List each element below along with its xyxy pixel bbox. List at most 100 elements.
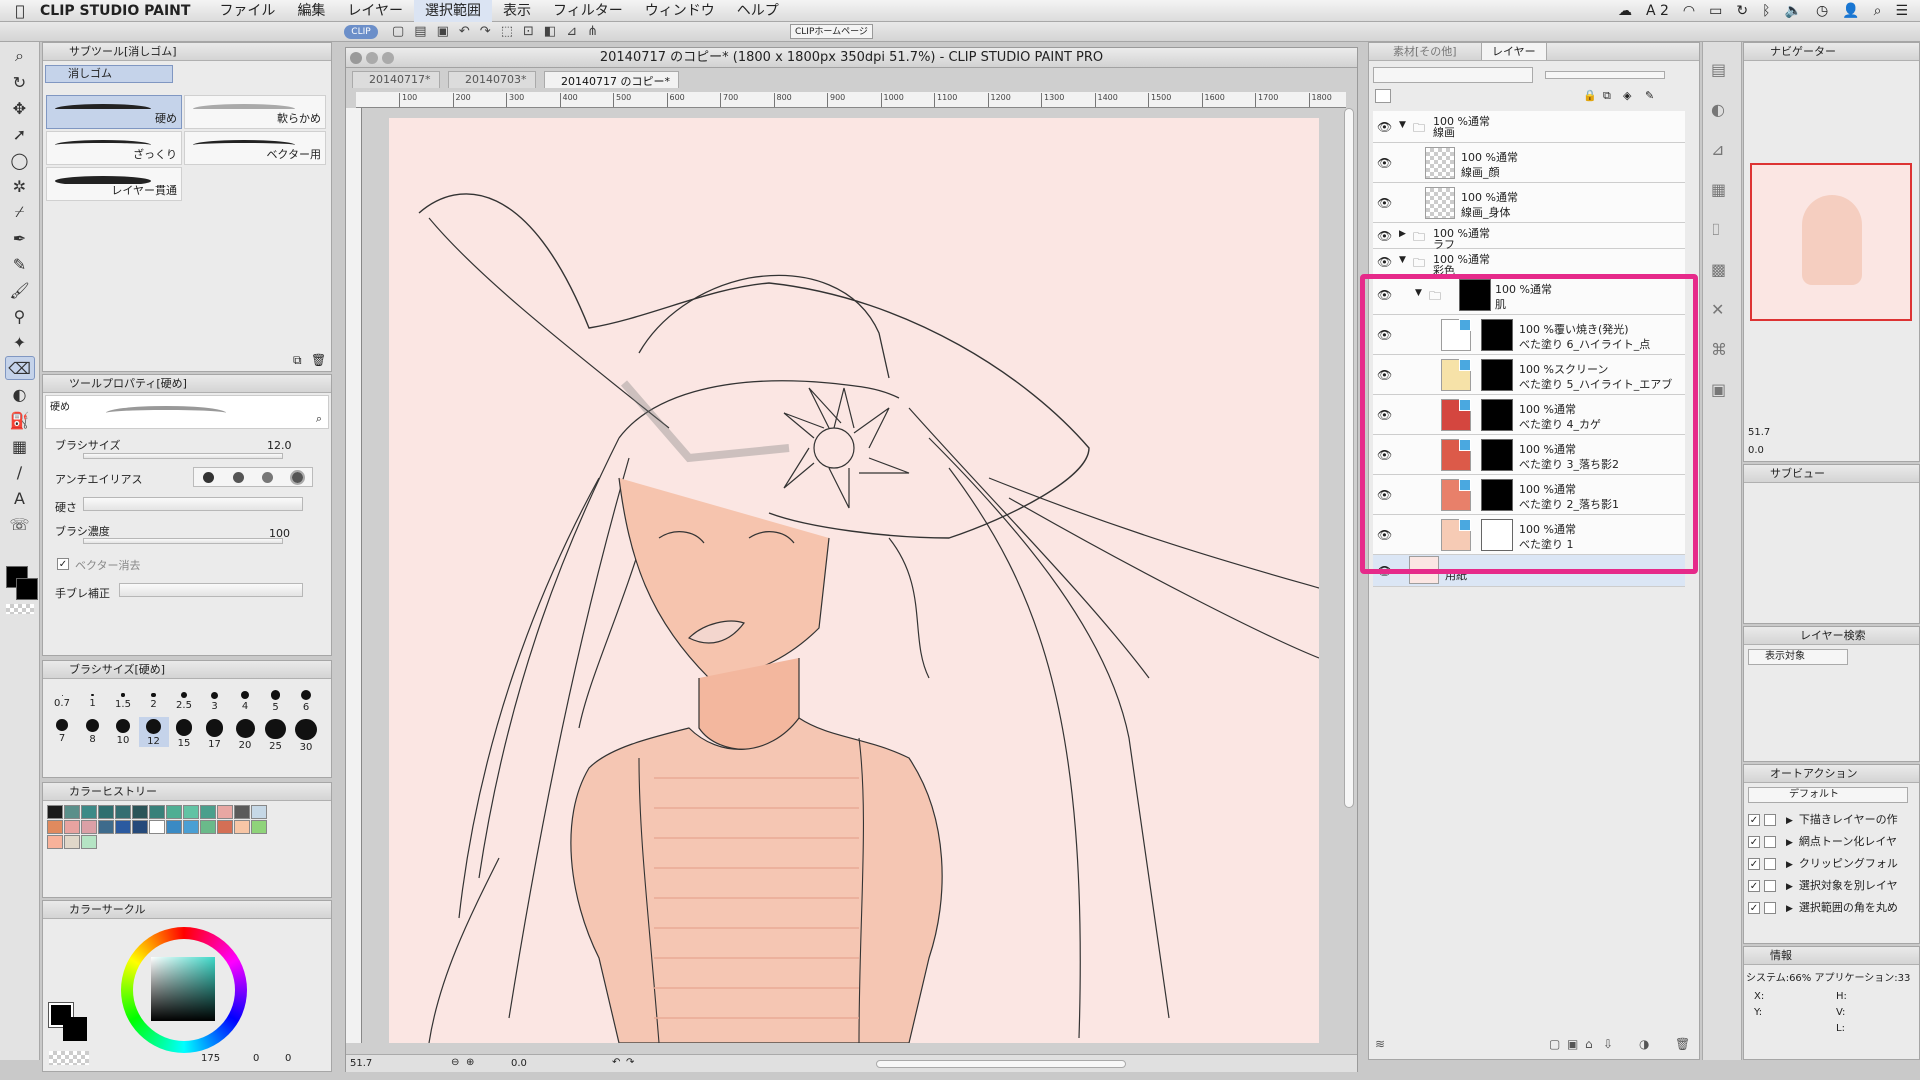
snap-icon[interactable]: ⋔	[587, 24, 608, 39]
layer-search-filter[interactable]: 表示対象	[1748, 649, 1848, 665]
brush-size-option[interactable]: 6	[291, 683, 321, 713]
expand-right-icon[interactable]: ▶	[1786, 904, 1793, 914]
menu-layer[interactable]: レイヤー	[336, 0, 414, 22]
pen-tool-icon[interactable]: ✒	[5, 226, 35, 250]
menu-edit[interactable]: 編集	[286, 0, 336, 22]
expand-down-icon[interactable]: ▼	[1399, 120, 1406, 130]
color-history-swatch[interactable]	[200, 820, 216, 834]
saturation-value-box[interactable]	[151, 957, 215, 1021]
window-max-icon[interactable]	[382, 52, 394, 64]
warp-icon[interactable]: ⌘	[1711, 330, 1727, 370]
bluetooth-icon[interactable]: ᛒ	[1762, 3, 1770, 19]
figure-tool-icon[interactable]: ∕	[5, 460, 35, 484]
color-history-swatch[interactable]	[64, 805, 80, 819]
color-history-swatch[interactable]	[115, 820, 131, 834]
eye-icon[interactable]: 👁	[1377, 255, 1393, 269]
reference-icon[interactable]: ◈	[1623, 89, 1631, 102]
delete-subtool-icon[interactable]: 🗑	[311, 353, 326, 367]
brush-size-option[interactable]: 3	[200, 683, 230, 713]
layer-thumbnail[interactable]	[1425, 187, 1455, 219]
expand-right-icon[interactable]: ▶	[1786, 882, 1793, 892]
canvas-angle-value[interactable]: 0.0	[511, 1058, 527, 1069]
zoom-tool-icon[interactable]: ⌕	[5, 44, 35, 68]
layer-row[interactable]: 👁 ▼ 🗀 100 %通常 彩色	[1373, 249, 1685, 277]
clip-logo-button[interactable]: CLIP	[344, 25, 378, 39]
transparent-chip[interactable]	[49, 1051, 89, 1065]
brush-size-option[interactable]: 0.7	[47, 683, 77, 713]
navigator-preview[interactable]	[1750, 163, 1912, 321]
blend-mode-select[interactable]	[1373, 67, 1533, 83]
brush-size-option[interactable]: 7	[47, 717, 77, 747]
brush-hard[interactable]: 硬め	[46, 95, 182, 129]
merge-down-icon[interactable]: ⇩	[1603, 1037, 1613, 1051]
color-history-swatch[interactable]	[47, 805, 63, 819]
draft-icon[interactable]: ✎	[1645, 89, 1654, 102]
brush-size-option[interactable]: 25	[261, 717, 291, 752]
timemachine-icon[interactable]: ↻	[1736, 3, 1748, 19]
color-history-swatch[interactable]	[234, 805, 250, 819]
delete-layer-icon[interactable]: 🗑	[1675, 1037, 1690, 1051]
brush-size-option[interactable]: 4	[230, 683, 260, 713]
tab-layer[interactable]: レイヤー	[1481, 43, 1547, 60]
clock-icon[interactable]: ◷	[1816, 3, 1828, 19]
auto-action-checkbox[interactable]: ✓	[1748, 836, 1760, 848]
brush-size-option[interactable]: 2	[139, 683, 169, 713]
auto-action-dialog-toggle[interactable]	[1764, 836, 1776, 848]
tab-document-1[interactable]: 20140717*	[352, 71, 440, 88]
layer-row[interactable]: 👁 100 %通常 線画_身体	[1373, 183, 1685, 223]
transform-icon[interactable]: ⊡	[523, 24, 544, 39]
navigator-zoom-value[interactable]: 51.7	[1748, 427, 1770, 438]
pencil-tool-icon[interactable]: ✎	[5, 252, 35, 276]
color-history-swatch[interactable]	[64, 820, 80, 834]
layer-property-icon[interactable]: ▤	[1711, 50, 1727, 90]
auto-action-checkbox[interactable]: ✓	[1748, 814, 1760, 826]
new-vector-layer-icon[interactable]: ▣	[1567, 1037, 1578, 1051]
menu-file[interactable]: ファイル	[208, 0, 286, 22]
color-history-swatch[interactable]	[81, 805, 97, 819]
eye-icon[interactable]: 👁	[1377, 120, 1393, 134]
auto-action-checkbox[interactable]: ✓	[1748, 858, 1760, 870]
window-min-icon[interactable]	[366, 52, 378, 64]
eye-icon[interactable]: 👁	[1377, 196, 1393, 210]
tone-icon[interactable]: ✕	[1711, 290, 1727, 330]
menu-window[interactable]: ウィンドウ	[634, 0, 726, 22]
eye-icon[interactable]: 👁	[1377, 229, 1393, 243]
volume-icon[interactable]: 🔈	[1785, 3, 1802, 19]
brush-size-option[interactable]: 30	[291, 717, 321, 753]
auto-action-dialog-toggle[interactable]	[1764, 858, 1776, 870]
vertical-ruler[interactable]	[346, 108, 362, 1043]
color-history-swatch[interactable]	[183, 805, 199, 819]
auto-action-dialog-toggle[interactable]	[1764, 814, 1776, 826]
brush-tool-icon[interactable]: 🖌	[5, 278, 35, 302]
expand-right-icon[interactable]: ▶	[1786, 838, 1793, 848]
transparent-color-swatch[interactable]	[6, 604, 34, 614]
brush-size-option[interactable]: 1.5	[108, 683, 138, 713]
redo-icon[interactable]: ↷	[480, 24, 501, 39]
lasso-tool-icon[interactable]: ◯	[5, 148, 35, 172]
zoom-in-icon[interactable]: ⊕	[466, 1057, 474, 1068]
color-history-swatch[interactable]	[149, 820, 165, 834]
create-mask-icon[interactable]: ◑	[1639, 1037, 1649, 1051]
auto-action-item[interactable]: ✓ ▶ 選択範囲の角を丸め	[1748, 899, 1916, 919]
brush-size-option[interactable]: 1	[78, 683, 108, 713]
rotate-left-icon[interactable]: ↶	[612, 1057, 620, 1068]
expand-right-icon[interactable]: ▶	[1399, 229, 1406, 239]
rotate-right-icon[interactable]: ↷	[626, 1057, 634, 1068]
fill-tool-icon[interactable]: ⛽	[5, 408, 35, 432]
color-history-swatch[interactable]	[132, 805, 148, 819]
color-history-swatch[interactable]	[98, 805, 114, 819]
brush-size-option[interactable]: 8	[78, 717, 108, 747]
horizontal-ruler[interactable]: 100 200 300 400 500 600 700 800 900 1000 1100 1200 1…	[356, 92, 1346, 108]
spotlight-icon[interactable]: ⌕	[1874, 3, 1882, 19]
brush-through-layer[interactable]: レイヤー貫通	[46, 167, 182, 201]
material-icon[interactable]: ▦	[1711, 170, 1727, 210]
eyedropper-icon[interactable]: ⌿	[5, 200, 35, 224]
rotate-tool-icon[interactable]: ↻	[5, 70, 35, 94]
cloud-icon[interactable]: ☁	[1618, 3, 1632, 19]
sub-color-swatch[interactable]	[16, 578, 38, 600]
horizontal-scrollbar[interactable]	[876, 1060, 1126, 1068]
layer-mask-icon[interactable]: ◐	[1711, 90, 1727, 130]
new-raster-layer-icon[interactable]: ▢	[1549, 1037, 1560, 1051]
blend-tool-icon[interactable]: ◐	[5, 382, 35, 406]
menu-filter[interactable]: フィルター	[542, 0, 634, 22]
